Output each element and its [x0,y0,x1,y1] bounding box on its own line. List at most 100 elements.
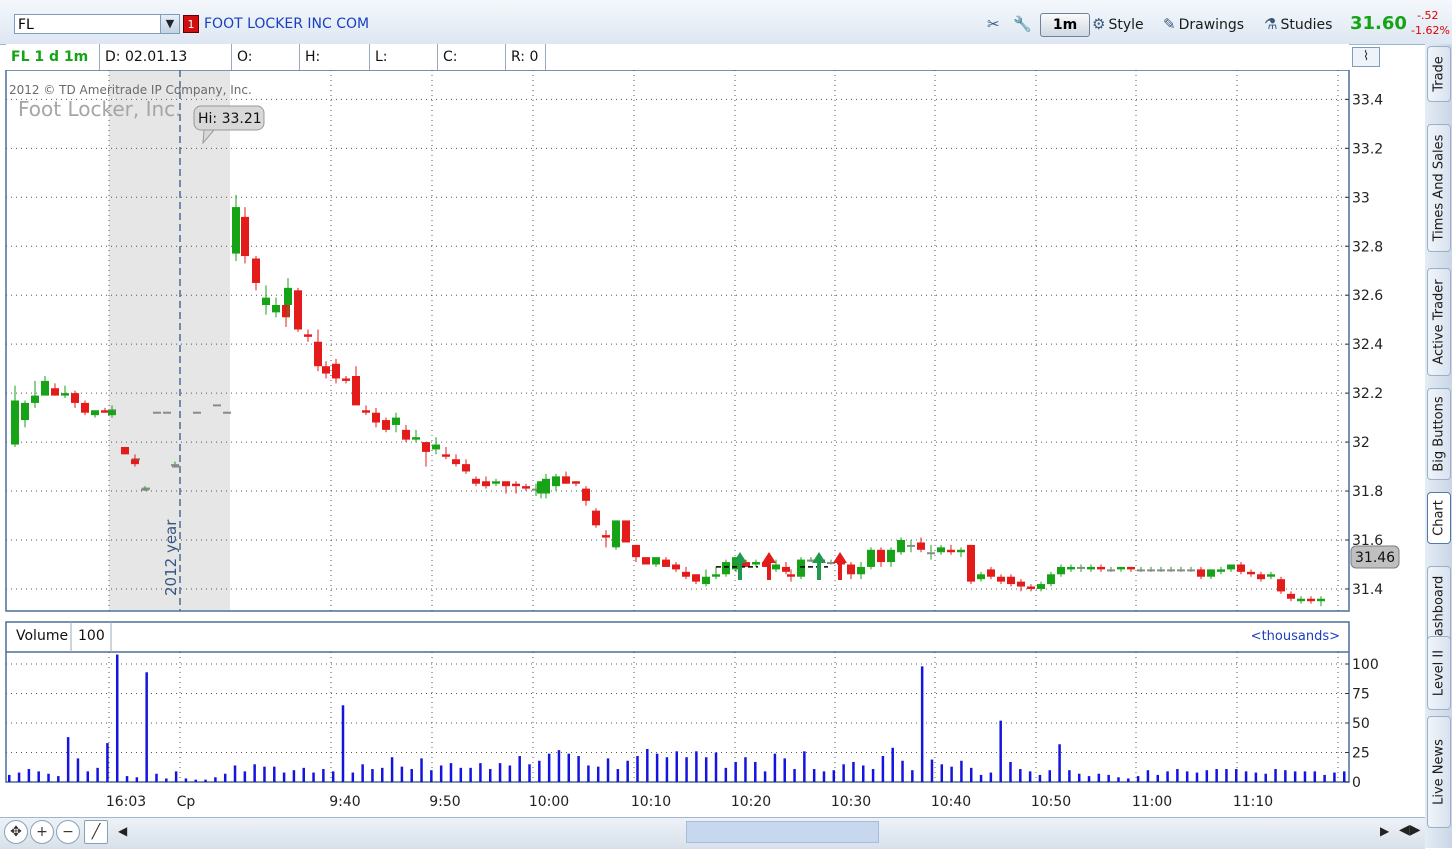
scroll-left-button[interactable]: ◀ [118,824,127,838]
candle-body [1007,576,1015,585]
volume-chart-svg: Volume 100 <thousands> 100 75 50 25 0 16:03 Cp 9:4… [5,621,1379,810]
symbol-dropdown-button[interactable]: ▼ [160,15,179,33]
pan-button[interactable]: ✥ [4,820,28,844]
volume-bar [1038,774,1042,782]
candle-body [1037,584,1045,589]
tab-active-trader[interactable]: Active Trader [1427,268,1451,376]
candle-body [392,417,400,425]
draw-line-button[interactable]: ╱ [84,820,108,844]
candle-body [121,446,129,455]
volume-bar [1156,774,1159,782]
candle-body [692,574,700,582]
candle-body [1257,574,1265,580]
volume-bar [704,757,708,782]
candle-body [362,410,370,413]
candle-body [512,483,520,487]
company-name-link[interactable]: FOOT LOCKER INC COM [204,16,369,32]
volume-bar [459,767,463,782]
volume-bar [754,761,757,782]
tab-level-ii[interactable]: Level II [1427,636,1451,710]
tab-chart[interactable]: Chart [1427,492,1451,544]
timeframe-button[interactable]: 1m [1040,13,1090,37]
volume-bar [842,764,845,782]
price-tick-label: 33.4 [1352,92,1383,108]
tab-live-news[interactable]: Live News [1427,716,1451,828]
drawings-button[interactable]: ✎ Drawings [1163,11,1244,37]
studies-button[interactable]: ⚗ Studies [1264,11,1332,37]
volume-tick-label: 0 [1352,775,1361,791]
volume-bar [1343,771,1346,782]
volume-bar [371,769,374,782]
volume-bar [744,757,747,782]
volume-bar [204,779,207,782]
volume-panel[interactable]: Volume 100 <thousands> 100 75 50 25 0 16:03 Cp 9:4… [0,620,1425,815]
volume-bar [282,772,286,782]
tab-big-buttons[interactable]: Big Buttons [1427,388,1451,480]
tab-times-and-sales[interactable]: Times And Sales [1427,124,1451,252]
scroll-right-button[interactable]: ▶ [1380,824,1389,838]
zoom-in-button[interactable]: + [30,820,54,844]
style-button[interactable]: ⚙ Style [1092,11,1144,37]
candle-body [1067,566,1075,570]
volume-bar [950,766,953,782]
candle-body [897,540,905,553]
time-tick-label: 11:10 [1233,794,1273,810]
candle-body [252,258,260,283]
volume-bar [351,772,355,782]
candle-body [31,395,39,403]
candle-body [722,562,730,575]
candle-body [1127,566,1135,570]
symbol-input[interactable]: FL [14,14,180,34]
volume-bar [793,769,796,782]
volume-bar [400,766,404,782]
arrow-left-icon: ◀ [118,824,128,838]
volume-bar [1009,761,1012,782]
time-tick-label: 10:30 [831,794,871,810]
candle-body [1157,569,1165,572]
volume-bar [989,772,993,782]
volume-bar [783,758,786,782]
volume-bar [1293,771,1297,782]
candle-body [41,380,49,396]
arrow-right-icon: ▶ [1380,824,1390,838]
horizontal-scrollbar-thumb[interactable] [686,821,879,843]
candle-body [1097,566,1105,570]
volume-bar [871,769,875,782]
candle-body [1227,564,1235,570]
volume-bar [96,767,99,782]
volume-bar [960,760,963,782]
zoom-out-button[interactable]: − [56,820,80,844]
candle-body [11,400,19,445]
candle-body [612,520,620,548]
volume-bar [606,758,610,782]
alert-badge[interactable]: 1 [183,15,199,33]
settings-tool-button[interactable]: 🔧 [1013,11,1035,37]
tab-trade[interactable]: Trade [1427,46,1451,102]
candle-body [1187,569,1195,572]
candle-body [572,481,580,484]
volume-bar [596,766,600,782]
time-tick-label: 10:50 [1031,794,1071,810]
volume-bar [891,747,894,782]
candle-body [101,410,109,413]
tab-big-buttons-label: Big Buttons [1431,396,1447,472]
volume-bar [106,743,109,782]
volume-bar [773,753,777,782]
candle-body [402,429,410,440]
time-tick-label: 10:00 [529,794,569,810]
year-marker-label: 2012 year [162,519,180,596]
chart-settings-button[interactable]: ⌇ [1352,47,1380,67]
chevron-down-icon: ▼ [165,17,175,30]
crosshair-tool-button[interactable]: ✂ [987,11,1003,37]
volume-bar [1058,744,1061,782]
candle-body [957,549,965,553]
candle-body [1277,579,1285,592]
candle-body [294,290,302,330]
time-tick-label: 9:40 [329,794,360,810]
volume-bar [1097,773,1101,782]
price-chart[interactable]: 33.4 33.2 33 32.8 32.6 32.4 32.2 32 31.8 31.6 31.4… [0,69,1425,615]
expand-button[interactable]: ◀▶ [1399,822,1421,838]
volume-bar [1235,769,1238,782]
candle-body [314,341,322,367]
volume-bar [1215,769,1218,782]
